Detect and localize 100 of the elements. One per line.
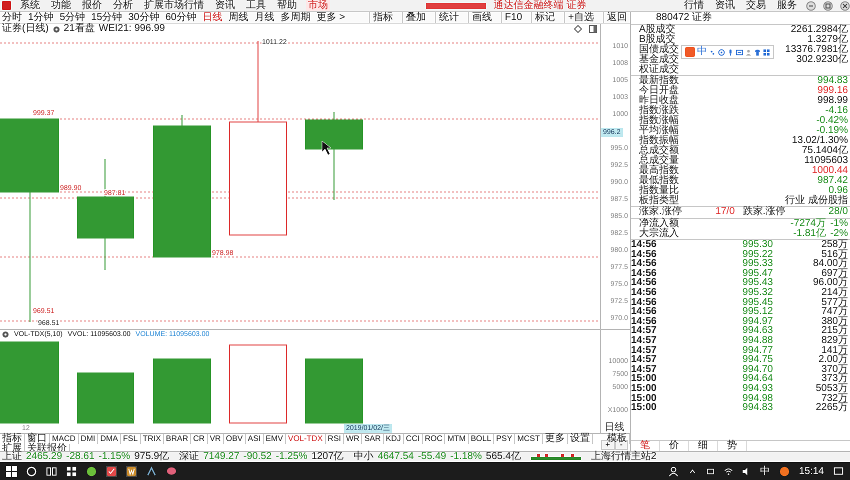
period-tab[interactable]: 分时: [2, 12, 22, 23]
diamond-icon[interactable]: [574, 25, 582, 33]
market-breadth-drawing: [530, 453, 581, 461]
indicator-tab[interactable]: ASI: [246, 434, 264, 444]
indicator-tab[interactable]: VOL-TDX: [286, 434, 326, 444]
search-icon[interactable]: [26, 466, 37, 476]
indicator-tab[interactable]: EMV: [264, 434, 286, 444]
indicator-tab[interactable]: MCST: [515, 434, 543, 444]
input-mode-indicator[interactable]: 中: [760, 464, 770, 478]
tick-time: 14:56: [631, 250, 658, 260]
toolbar-button[interactable]: 统计: [434, 12, 462, 23]
maximize-icon[interactable]: [823, 0, 833, 10]
indicator-tab[interactable]: 窗口: [25, 434, 50, 444]
network-icon[interactable]: [706, 466, 715, 476]
microphone-icon[interactable]: [727, 48, 734, 56]
indicator-tab[interactable]: WR: [344, 434, 362, 444]
indicator-tab[interactable]: RSI: [326, 434, 344, 444]
punctuation-icon[interactable]: [709, 48, 716, 56]
menu-item[interactable]: 帮助: [275, 0, 299, 11]
app-icon[interactable]: [106, 466, 117, 476]
indicator-tab[interactable]: BOLL: [468, 434, 494, 444]
wifi-icon[interactable]: [724, 466, 733, 476]
stat-label: 昨日收盘: [639, 96, 679, 106]
clock[interactable]: 15:14: [798, 466, 824, 476]
indicator-tab[interactable]: FSL: [121, 434, 141, 444]
indicator-tab[interactable]: VR: [208, 434, 224, 444]
caret-icon[interactable]: [688, 466, 697, 476]
period-tab[interactable]: 月线: [254, 12, 274, 23]
indicator-tab[interactable]: BRAR: [164, 434, 192, 444]
app-icon[interactable]: [146, 466, 157, 476]
indicator-tab[interactable]: 设置: [568, 434, 593, 444]
stat-value: 998.99: [817, 96, 848, 106]
eye-icon[interactable]: [2, 331, 9, 338]
menu-item[interactable]: 报价: [80, 0, 104, 11]
toolbar-button[interactable]: F10: [500, 12, 526, 23]
indicator-tab[interactable]: CR: [191, 434, 208, 444]
stat-value: 1.3279亿: [807, 35, 848, 45]
person-icon[interactable]: [668, 466, 679, 476]
menu-item[interactable]: 功能: [49, 0, 73, 11]
stat-value: 1000.44: [812, 166, 848, 176]
menu-button[interactable]: 服务: [775, 0, 799, 11]
chat-icon[interactable]: [166, 466, 177, 476]
indicator-tab[interactable]: MACD: [50, 434, 79, 444]
stat-value: 999.16: [817, 86, 848, 96]
tick-time: 14:57: [631, 355, 658, 365]
indicator-tab[interactable]: DMA: [98, 434, 122, 444]
toolbar-button[interactable]: 叠加: [402, 12, 429, 23]
period-tab[interactable]: 30分钟: [128, 12, 160, 23]
toolbar-button[interactable]: 指标: [368, 12, 396, 23]
input-mode-button[interactable]: 中: [697, 47, 707, 57]
grid-icon[interactable]: [66, 466, 77, 476]
indicator-tab[interactable]: TRIX: [140, 434, 164, 444]
period-tab[interactable]: 多周期: [280, 12, 310, 23]
windows-icon[interactable]: [6, 466, 17, 476]
minimize-icon[interactable]: [806, 0, 816, 10]
notification-icon[interactable]: [833, 466, 844, 476]
tick-time: 15:00: [631, 384, 658, 394]
period-tab[interactable]: 5分钟: [60, 12, 86, 23]
indicator-tab[interactable]: MTM: [445, 434, 469, 444]
period-tab[interactable]: 15分钟: [91, 12, 122, 23]
emoji-icon[interactable]: [718, 48, 725, 56]
shirt-icon[interactable]: [754, 48, 761, 56]
indicator-tab[interactable]: SAR: [362, 434, 384, 444]
toolbar-button[interactable]: 画线: [468, 12, 495, 23]
tick-volume: 2265万: [814, 403, 848, 413]
app-icon[interactable]: [86, 466, 97, 476]
toolbar-button[interactable]: +自选: [564, 12, 597, 23]
toolbar-button[interactable]: 返回: [603, 12, 630, 23]
panel-icon[interactable]: [589, 25, 597, 33]
menu-button[interactable]: 资讯: [713, 0, 737, 11]
indicator-tab[interactable]: KDJ: [384, 434, 404, 444]
period-tab[interactable]: 1分钟: [28, 12, 54, 23]
period-tab[interactable]: 60分钟: [165, 12, 196, 23]
indicator-tab[interactable]: ROC: [422, 434, 446, 444]
index-percent: -1.18%: [450, 452, 482, 462]
keyboard-icon[interactable]: [736, 48, 743, 56]
app-icon[interactable]: [126, 466, 137, 476]
indicator-tab[interactable]: 指标: [0, 434, 25, 444]
menu-button[interactable]: 行情: [682, 0, 706, 11]
indicator-tab[interactable]: 更多: [542, 434, 568, 444]
indicator-tab[interactable]: CCI: [404, 434, 423, 444]
menu-item[interactable]: 资讯: [213, 0, 237, 11]
template-button[interactable]: 模板: [605, 434, 630, 444]
index-value: 2465.29: [26, 452, 62, 462]
indicator-tab[interactable]: OBV: [224, 434, 246, 444]
task-view-icon[interactable]: [46, 466, 57, 476]
period-tab[interactable]: 周线: [228, 12, 248, 23]
stat-label: 国债成交: [639, 45, 679, 55]
indicator-tab[interactable]: PSY: [494, 434, 516, 444]
toolbar-button[interactable]: 标记: [531, 12, 558, 23]
logo-icon: [685, 47, 695, 57]
close-icon[interactable]: [840, 0, 850, 10]
app-icon[interactable]: [778, 466, 790, 476]
indicator-tab[interactable]: DMI: [78, 434, 98, 444]
eye-icon[interactable]: [52, 26, 60, 32]
menu-item[interactable]: 工具: [244, 0, 268, 11]
period-tab[interactable]: 日线: [202, 12, 222, 23]
period-tab[interactable]: 更多 >: [316, 12, 346, 23]
tick-price: 994.64: [741, 374, 773, 384]
menu-item[interactable]: 分析: [111, 0, 135, 11]
